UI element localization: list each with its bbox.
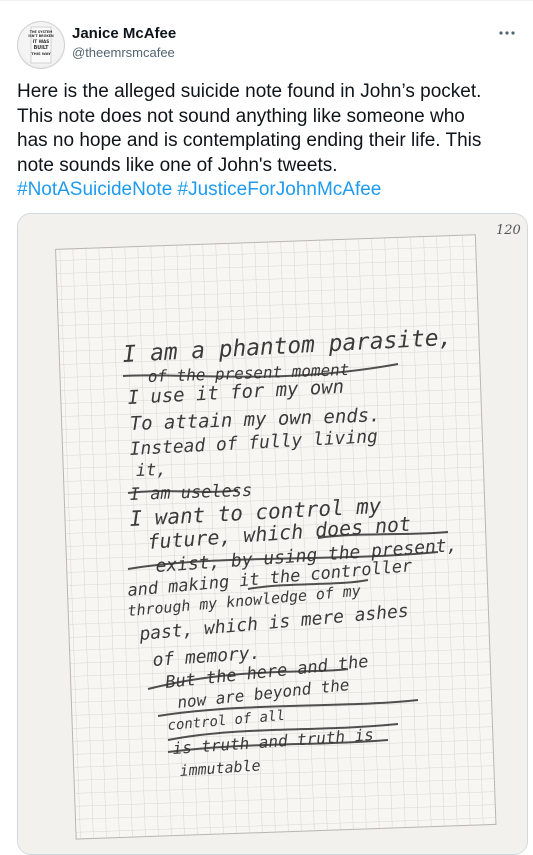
note-line: it,	[135, 460, 166, 481]
svg-text:THIS WAY: THIS WAY	[31, 52, 51, 56]
tweet-line: has no hope and is contemplating ending …	[17, 130, 482, 151]
hashtag-link[interactable]: #JusticeForJohnMcAfee	[178, 179, 382, 200]
handwritten-note-image: 120 I am a phantom parasite,of the prese…	[18, 214, 527, 854]
avatar-image: THE SYSTEM ISN'T BROKEN IT WAS BUILT THI…	[28, 26, 54, 64]
svg-text:ISN'T BROKEN: ISN'T BROKEN	[28, 34, 54, 38]
svg-text:IT WAS: IT WAS	[33, 39, 50, 44]
hashtag-link[interactable]: #NotASuicideNote	[17, 179, 172, 200]
page-number: 120	[496, 223, 521, 238]
svg-text:BUILT: BUILT	[34, 45, 50, 51]
hashtag-line: #NotASuicideNote #JusticeForJohnMcAfee	[17, 178, 522, 203]
top-divider	[0, 0, 533, 1]
tweet-photo[interactable]: 120 I am a phantom parasite, of the prese…	[17, 213, 528, 855]
author-name[interactable]: Janice McAfee	[72, 25, 176, 43]
author-handle[interactable]: @theemrsmcafee	[72, 45, 175, 61]
tweet-line: This note does not sound anything like s…	[17, 105, 465, 127]
more-horizontal-icon	[499, 31, 515, 35]
tweet-body: Here is the alleged suicide note found i…	[17, 80, 522, 203]
tweet-line: note sounds like one of John's tweets.	[17, 154, 338, 176]
more-options-button[interactable]	[495, 23, 519, 43]
avatar[interactable]: THE SYSTEM ISN'T BROKEN IT WAS BUILT THI…	[17, 21, 65, 69]
tweet-line: Here is the alleged suicide note found i…	[17, 81, 482, 102]
